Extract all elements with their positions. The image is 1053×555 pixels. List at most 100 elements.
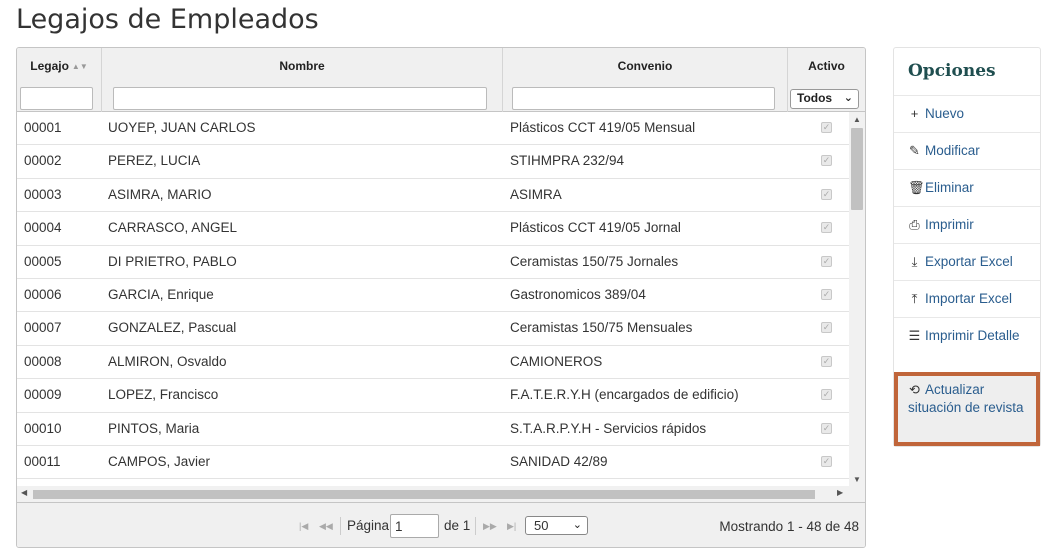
cell-nombre: CAMPOS, Javier [108,454,211,469]
table-row[interactable]: 00004 CARRASCO, ANGEL Plásticos CCT 419/05… [17,212,849,246]
table-row[interactable]: 00008 ALMIRON, Osvaldo CAMIONEROS ✓ [17,346,849,380]
cell-convenio: S.T.A.R.P.Y.H - Servicios rápidos [510,420,707,436]
table-row[interactable]: 00007 GONZALEZ, Pascual Ceramistas 150/75 … [17,312,849,346]
table-row[interactable]: 00003 ASIMRA, MARIO ASIMRA ✓ [17,179,849,213]
option-nuevo[interactable]: + Nuevo [894,95,1040,132]
active-checkbox: ✓ [821,255,832,267]
scroll-left-icon[interactable]: ◀ [21,488,27,497]
rows-per-page-value: 50 [534,518,549,533]
cell-convenio: Plásticos CCT 419/05 Jornal [510,220,681,236]
cell-nombre: LOPEZ, Francisco [108,387,219,403]
scroll-down-icon[interactable]: ▼ [849,475,865,484]
option-imprimir-detalle[interactable]: ☰ Imprimir Detalle [894,317,1040,372]
cell-nombre: DI PRIETRO, PABLO [108,253,237,269]
cell-legajo: 00010 [24,420,62,436]
records-status: Mostrando 1 - 48 de 48 [719,519,859,534]
page-count-label: de 1 [444,518,471,533]
option-modificar[interactable]: ✎ Modificar [894,132,1040,169]
table-row[interactable]: 00009 LOPEZ, Francisco F.A.T.E.R.Y.H (enca… [17,379,849,413]
options-panel: Opciones + Nuevo ✎ Modificar 🗑Eliminar ⎙ Impri… [893,47,1041,447]
next-page-icon[interactable]: ▶▶ [483,521,497,532]
column-activo-label: Activo [808,59,845,73]
column-activo[interactable]: Activo Todos ⌄ [788,48,865,112]
pager: |◀ ◀◀ Página 1 de 1 ▶▶ ▶| 50 ⌄ Mostrando… [17,502,865,547]
horizontal-scroll-thumb[interactable] [33,490,815,499]
table-row[interactable]: 00010 PINTOS, Maria S.T.A.R.P.Y.H - Servic… [17,413,849,446]
last-page-icon[interactable]: ▶| [507,521,516,532]
option-label: Actualizar situación de revista [908,382,1024,415]
cell-convenio: Gastronomicos 389/04 [510,287,646,302]
cell-nombre: PEREZ, LUCIA [108,153,201,169]
prev-page-icon[interactable]: ◀◀ [319,521,333,532]
vertical-scrollbar[interactable]: ▲ ▼ [849,112,865,486]
cell-nombre: GARCIA, Enrique [108,287,214,302]
pencil-icon: ✎ [909,143,920,158]
table-row[interactable]: 00006 GARCIA, Enrique Gastronomicos 389/04… [17,279,849,313]
rows-per-page-select[interactable]: 50 ⌄ [525,516,588,535]
table-row[interactable]: 00011 CAMPOS, Javier SANIDAD 42/89 ✓ [17,446,849,480]
cell-nombre: GONZALEZ, Pascual [108,320,237,336]
column-convenio-label: Convenio [617,59,673,73]
column-legajo-label: Legajo [30,59,69,73]
page-number-input[interactable]: 1 [390,514,439,538]
option-label: Exportar Excel [925,254,1013,269]
table-row[interactable] [17,479,849,486]
active-checkbox: ✓ [821,322,832,334]
option-eliminar[interactable]: 🗑Eliminar [894,169,1040,206]
vertical-scroll-thumb[interactable] [851,128,863,210]
first-page-icon[interactable]: |◀ [299,521,308,532]
active-checkbox: ✓ [821,355,832,367]
activo-filter-select[interactable]: Todos ⌄ [790,89,859,109]
chevron-down-icon: ⌄ [843,92,853,104]
cell-convenio: SANIDAD 42/89 [510,454,608,469]
option-imprimir[interactable]: ⎙ Imprimir [894,206,1040,243]
grid-body: 00001 UOYEP, JUAN CARLOS Plásticos CCT 419… [17,112,849,486]
column-convenio[interactable]: Convenio [503,48,788,112]
active-checkbox: ✓ [821,422,832,434]
option-importar-excel[interactable]: ⤒ Importar Excel [894,280,1040,317]
table-row[interactable]: 00005 DI PRIETRO, PABLO Ceramistas 150/75 … [17,246,849,279]
legajo-filter-input[interactable] [20,87,93,110]
column-legajo[interactable]: Legajo ▲▼ [17,48,102,112]
cell-convenio: Ceramistas 150/75 Jornales [510,253,679,269]
cell-nombre: ALMIRON, Osvaldo [108,353,227,369]
sort-icon[interactable]: ▲▼ [72,62,88,71]
cell-legajo: 00001 [24,120,62,135]
active-checkbox: ✓ [821,456,832,467]
option-exportar-excel[interactable]: ⤓ Exportar Excel [894,243,1040,280]
option-label: Importar Excel [925,291,1013,306]
scroll-up-icon[interactable]: ▲ [849,115,865,124]
active-checkbox: ✓ [821,289,832,300]
cell-nombre: CARRASCO, ANGEL [108,220,238,236]
cell-legajo: 00002 [24,153,62,169]
chevron-down-icon: ⌄ [572,519,582,531]
list-icon: ☰ [908,328,921,343]
plus-icon: + [910,106,919,121]
convenio-filter-input[interactable] [512,87,775,110]
table-row[interactable]: 00002 PEREZ, LUCIA STIHMPRA 232/94 ✓ [17,145,849,179]
nombre-filter-input[interactable] [113,87,487,110]
scroll-right-icon[interactable]: ▶ [837,488,843,497]
cell-convenio: CAMIONEROS [510,353,603,369]
column-nombre[interactable]: Nombre [102,48,503,112]
option-label: Imprimir [925,217,974,232]
cell-legajo: 00006 [24,287,62,302]
table-row[interactable]: 00001 UOYEP, JUAN CARLOS Plásticos CCT 419… [17,112,849,146]
cell-convenio: STIHMPRA 232/94 [510,153,625,169]
option-label: Imprimir Detalle [925,328,1020,343]
option-label: Nuevo [925,106,965,121]
cell-nombre: UOYEP, JUAN CARLOS [108,120,256,135]
grid-header: Legajo ▲▼ Nombre Convenio Activo Todos ⌄ [17,48,865,112]
horizontal-scrollbar[interactable]: ◀ ▶ [17,486,849,502]
upload-icon: ⤒ [911,291,918,306]
cell-legajo: 00011 [24,454,61,469]
pager-separator [340,517,341,535]
cell-nombre: PINTOS, Maria [108,420,200,436]
print-icon: ⎙ [909,217,920,232]
cell-convenio: F.A.T.E.R.Y.H (encargados de edificio) [510,387,739,403]
cell-legajo: 00005 [24,253,62,269]
page-label: Página [347,518,390,533]
option-actualizar-situación-de-revista[interactable]: ⟲ Actualizar situación de revista [894,372,1040,446]
active-checkbox: ✓ [821,389,832,401]
cell-legajo: 00008 [24,353,62,369]
